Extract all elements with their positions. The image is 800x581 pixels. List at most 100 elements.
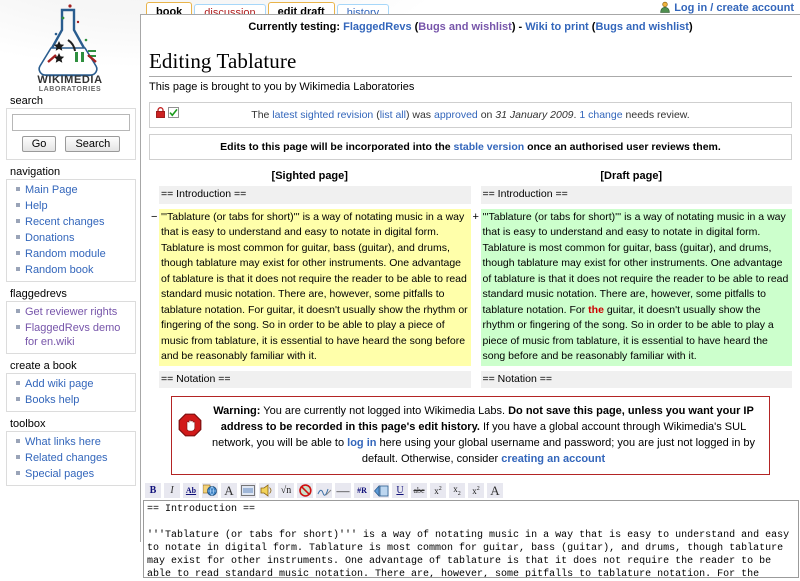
math-formula-button[interactable]: √n [277,482,295,499]
sidebar-item-random-book[interactable]: Random book [25,264,94,276]
list-item: Donations [16,230,135,246]
sitenotice-wikitoprint-link[interactable]: Wiki to print [525,21,588,33]
edit-form: == Introduction == '''Tablature (or tabs… [143,500,800,581]
portlet-body: Main Page Help Recent changes Donations Rand… [6,179,136,282]
list-item: What links here [16,434,135,450]
edit-toolbar: B I Ab A √n — #R Uabc x2 x2 x2 A [143,481,800,500]
diff-container: [Sighted page] [Draft page] == Introduct… [149,170,792,388]
sidebar-item-donations[interactable]: Donations [25,232,75,244]
list-item: Help [16,198,135,214]
content-area: Currently testing: FlaggedRevs (Bugs and… [140,14,800,578]
warning-label: Warning: [213,405,261,417]
one-change-link[interactable]: 1 change [579,109,622,121]
diff-right-cell: == Introduction == [480,186,792,204]
signature-button[interactable] [315,482,333,499]
sitenotice-flaggedrevs-link[interactable]: FlaggedRevs [343,21,411,33]
list-all-link[interactable]: list all [380,109,406,121]
strikethrough-button[interactable]: abc [410,482,428,499]
stable-version-text: Edits to this page will be incorporated … [156,139,785,155]
diff-right-marker [471,371,481,389]
lock-icon [155,107,166,118]
italic-button[interactable]: I [163,482,181,499]
approved-link[interactable]: approved [434,109,478,121]
site-logo[interactable]: WIKIMEDIA LABORATORIES [0,0,140,95]
portlet-body: Add wiki page Books help [6,373,136,412]
diff-row: == Notation == == Notation == [149,370,792,389]
sidebar-item-recent-changes[interactable]: Recent changes [25,216,105,228]
level2-headline-button[interactable]: A [220,482,238,499]
horizontal-line-button[interactable]: — [334,482,352,499]
embedded-file-button[interactable] [239,482,257,499]
media-file-link-button[interactable] [258,482,276,499]
sidebar-item-random-module[interactable]: Random module [25,248,106,260]
gallery-button[interactable] [372,482,390,499]
warning-login-link[interactable]: log in [347,437,376,449]
diff-header-draft: [Draft page] [600,170,663,182]
search-fulltext-button[interactable]: Search [65,136,121,152]
list-item: Add wiki page [16,376,135,392]
bold-button[interactable]: B [144,482,162,499]
special-char-button[interactable]: A [486,482,504,499]
sidebar-item-get-reviewer-rights[interactable]: Get reviewer rights [25,306,117,318]
list-item: Recent changes [16,214,135,230]
latest-sighted-revision-link[interactable]: latest sighted revision [272,109,373,121]
nowiki-button[interactable] [296,482,314,499]
sidebar-item-what-links-here[interactable]: What links here [25,436,101,448]
search-input[interactable] [12,114,130,131]
diff-changed-word: the [588,303,604,316]
internal-link-button[interactable]: Ab [182,482,200,499]
svn-t1: Edits to this page will be incorporated … [220,141,454,153]
stable-version-link[interactable]: stable version [454,141,525,153]
list-item: Books help [16,392,135,408]
sitenotice-bugs-link-2[interactable]: Bugs and wishlist [595,21,689,33]
small-text-button[interactable]: x2 [467,482,485,499]
sidebar: WIKIMEDIA LABORATORIES search Go Search … [0,0,140,542]
sitenotice-paren1-close: ) - [511,21,526,33]
sidebar-item-related-changes[interactable]: Related changes [25,452,108,464]
search-go-button[interactable]: Go [21,136,57,152]
sitenotice-paren2-close: ) [688,21,693,33]
sidebar-item-flaggedrevs-demo-for-en-wiki[interactable]: FlaggedRevs demo for en.wiki [25,322,120,348]
superscript-button[interactable]: x2 [429,482,447,499]
svn-t2: once an authorised user reviews them. [524,141,721,153]
stop-hand-icon [178,413,202,437]
diff-row: == Introduction == == Introduction == [149,186,792,204]
search-heading: search [10,95,44,107]
portlet-flaggedrevs: flaggedrevs Get reviewer rights FlaggedRev… [0,288,140,354]
list-item: Random module [16,246,135,262]
sidebar-item-help[interactable]: Help [25,200,48,212]
sidebar-item-main-page[interactable]: Main Page [25,184,78,196]
portlet-heading: navigation [10,166,61,178]
sidebar-item-add-wiki-page[interactable]: Add wiki page [25,378,94,390]
warning-create-account-link[interactable]: creating an account [501,453,605,465]
personal-bar: Log in / create account [659,1,794,14]
external-link-button[interactable] [201,482,219,499]
portlet-create-a-book: create a book Add wiki page Books help [0,360,140,412]
flagged-review-notice: The latest sighted revision (list all) w… [149,102,792,128]
sidebar-item-special-pages[interactable]: Special pages [25,468,94,480]
login-create-account-link[interactable]: Log in / create account [674,2,794,14]
sidebar-item-books-help[interactable]: Books help [25,394,79,406]
sitenotice: Currently testing: FlaggedRevs (Bugs and… [141,15,800,35]
wikimedia-laboratories-flask-logo: WIKIMEDIA LABORATORIES [37,3,102,92]
anon-edit-warning: Warning: You are currently not logged in… [171,396,770,475]
portlet-navigation: navigation Main Page Help Recent changes Don… [0,166,140,282]
diff-left-marker: − [151,210,158,223]
approval-date: 31 January 2009 [495,109,574,121]
diff-left-cell: == Introduction == [159,186,471,204]
underline-button[interactable]: U [391,482,409,499]
frn-t6: needs review. [622,109,690,121]
page-title: Editing Tablature [149,49,792,77]
list-item: Random book [16,262,135,278]
list-item: Main Page [16,182,135,198]
checkmark-icon [168,107,179,118]
diff-row: − '''Tablature (or tabs for short)''' is … [149,208,792,366]
diff-left-cell: '''Tablature (or tabs for short)''' is a… [159,208,471,366]
wikitext-editor-textarea[interactable]: == Introduction == '''Tablature (or tabs… [143,500,799,578]
list-item: FlaggedRevs demo for en.wiki [16,320,135,350]
subscript-button[interactable]: x2 [448,482,466,499]
wiki-page: WIKIMEDIA LABORATORIES search Go Search … [0,0,800,578]
sitenotice-bugs-link-1[interactable]: Bugs and wishlist [418,21,512,33]
redirect-button[interactable]: #R [353,482,371,499]
portlet-body: What links here Related changes Special pa… [6,431,136,486]
